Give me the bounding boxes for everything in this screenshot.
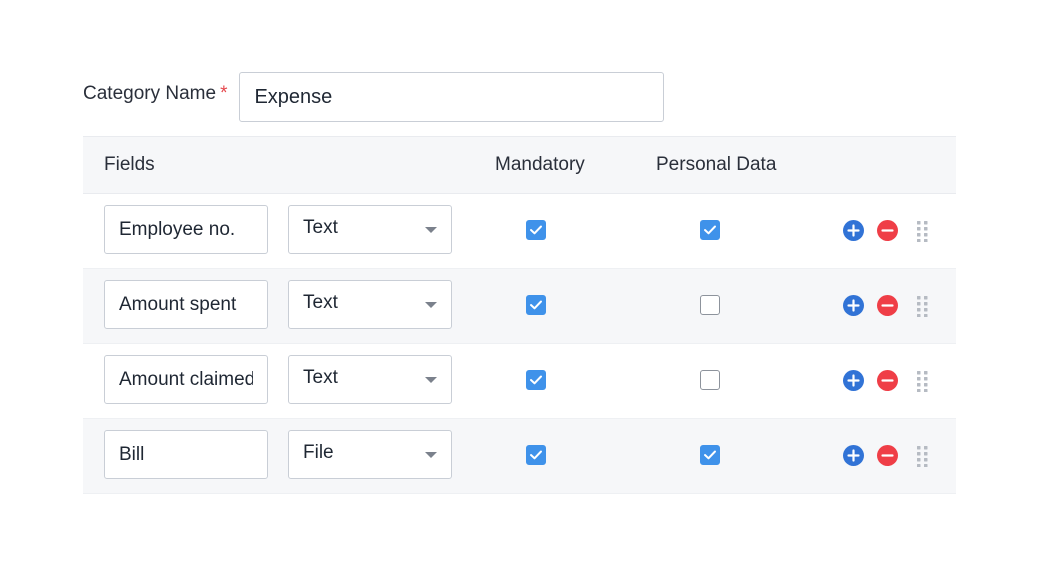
chevron-down-icon bbox=[425, 226, 437, 233]
personal-data-checkbox[interactable] bbox=[700, 370, 720, 390]
field-type-value: Text bbox=[303, 366, 338, 388]
plus-circle-icon bbox=[847, 224, 860, 237]
field-type-value: Text bbox=[303, 291, 338, 313]
field-type-select[interactable]: Text bbox=[288, 355, 452, 404]
personal-data-checkbox[interactable] bbox=[700, 295, 720, 315]
drag-handle-icon[interactable] bbox=[915, 295, 929, 318]
add-field-button[interactable] bbox=[843, 295, 864, 316]
mandatory-checkbox[interactable] bbox=[526, 445, 546, 465]
drag-handle-icon[interactable] bbox=[915, 220, 929, 243]
personal-data-checkbox[interactable] bbox=[700, 220, 720, 240]
add-field-button[interactable] bbox=[843, 370, 864, 391]
mandatory-column-header: Mandatory bbox=[495, 154, 585, 175]
table-row: File bbox=[83, 419, 956, 494]
plus-circle-icon bbox=[847, 449, 860, 462]
add-field-button[interactable] bbox=[843, 445, 864, 466]
minus-circle-icon bbox=[881, 229, 894, 232]
minus-circle-icon bbox=[881, 454, 894, 457]
field-type-value: Text bbox=[303, 216, 338, 238]
category-name-row: Category Name * bbox=[83, 72, 665, 122]
remove-field-button[interactable] bbox=[877, 295, 898, 316]
table-row: Text bbox=[83, 194, 956, 269]
remove-field-button[interactable] bbox=[877, 370, 898, 391]
field-type-value: File bbox=[303, 441, 334, 463]
required-marker: * bbox=[220, 83, 228, 104]
add-field-button[interactable] bbox=[843, 220, 864, 241]
fields-table: Fields Mandatory Personal Data TextTextT… bbox=[83, 136, 956, 494]
chevron-down-icon bbox=[425, 376, 437, 383]
chevron-down-icon bbox=[425, 451, 437, 458]
field-type-select[interactable]: Text bbox=[288, 205, 452, 254]
field-name-input[interactable] bbox=[104, 355, 268, 404]
table-body: Text Text Text File bbox=[83, 194, 956, 494]
category-name-input[interactable] bbox=[239, 72, 665, 122]
fields-column-header: Fields bbox=[104, 154, 155, 175]
mandatory-checkbox[interactable] bbox=[526, 220, 546, 240]
mandatory-checkbox[interactable] bbox=[526, 370, 546, 390]
table-header: Fields Mandatory Personal Data bbox=[83, 136, 956, 194]
drag-handle-icon[interactable] bbox=[915, 445, 929, 468]
field-name-input[interactable] bbox=[104, 280, 268, 329]
category-name-label-text: Category Name bbox=[83, 83, 217, 104]
field-type-select[interactable]: Text bbox=[288, 280, 452, 329]
table-row: Text bbox=[83, 344, 956, 419]
chevron-down-icon bbox=[425, 301, 437, 308]
personal-data-column-header: Personal Data bbox=[656, 154, 777, 175]
minus-circle-icon bbox=[881, 304, 894, 307]
category-name-label: Category Name * bbox=[83, 83, 227, 105]
personal-data-checkbox[interactable] bbox=[700, 445, 720, 465]
plus-circle-icon bbox=[847, 299, 860, 312]
minus-circle-icon bbox=[881, 379, 894, 382]
drag-handle-icon[interactable] bbox=[915, 370, 929, 393]
plus-circle-icon bbox=[847, 374, 860, 387]
table-row: Text bbox=[83, 269, 956, 344]
field-name-input[interactable] bbox=[104, 430, 268, 479]
mandatory-checkbox[interactable] bbox=[526, 295, 546, 315]
remove-field-button[interactable] bbox=[877, 445, 898, 466]
field-name-input[interactable] bbox=[104, 205, 268, 254]
field-type-select[interactable]: File bbox=[288, 430, 452, 479]
remove-field-button[interactable] bbox=[877, 220, 898, 241]
